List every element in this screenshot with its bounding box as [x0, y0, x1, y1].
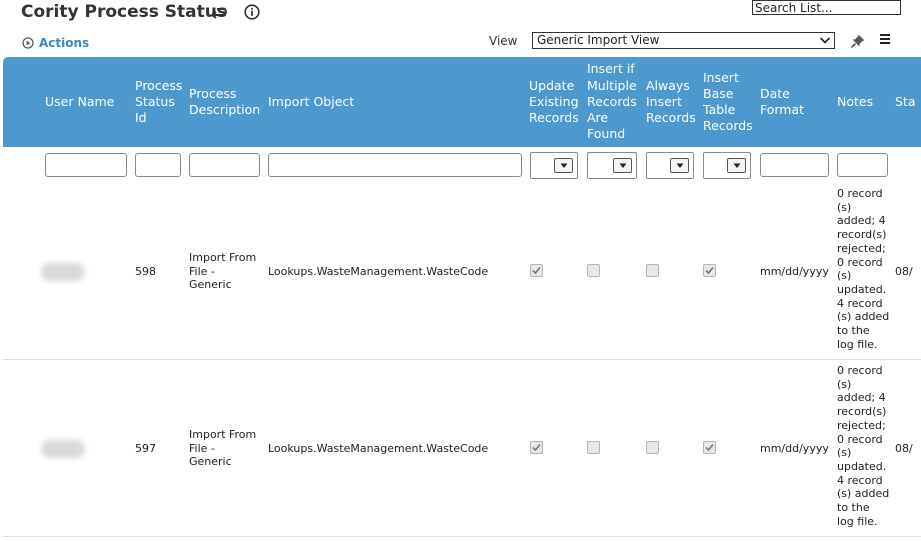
filter-dropdown-button[interactable] [670, 158, 689, 173]
filter-always-insert[interactable] [646, 152, 694, 179]
filter-update-existing[interactable] [530, 152, 578, 179]
filter-import-object[interactable] [268, 153, 522, 177]
column-header-insert-base-table-records[interactable]: Insert Base Table Records [703, 57, 753, 147]
status-id-cell: 598 [135, 265, 156, 278]
checkmark-icon [705, 443, 714, 452]
table-row[interactable]: 597 Import From File - Generic Lookups.W… [3, 360, 921, 537]
view-select-value: Generic Import View [537, 33, 660, 47]
data-grid: User Name Process Status Id Process Desc… [3, 57, 921, 542]
user-name-redacted [41, 440, 85, 458]
always-insert-checkbox[interactable] [646, 441, 659, 454]
column-header-always-insert-records[interactable]: Always Insert Records [646, 57, 696, 147]
actions-button[interactable]: Actions [22, 35, 89, 51]
date-format-cell: mm/dd/yyyy [760, 265, 829, 278]
filter-user-name[interactable] [45, 153, 127, 177]
checkmark-icon [532, 443, 541, 452]
info-icon[interactable] [244, 4, 260, 20]
chevron-down-icon [560, 163, 568, 168]
notes-cell: 0 record (s) added; 4 record(s) rejected… [837, 187, 890, 351]
notes-cell: 0 record (s) added; 4 record(s) rejected… [837, 364, 890, 528]
filter-insert-base-table[interactable] [703, 152, 751, 179]
column-header-process-description[interactable]: Process Description [189, 57, 260, 147]
date-format-cell: mm/dd/yyyy [760, 442, 829, 455]
chevron-down-icon [819, 37, 831, 44]
start-cell: 08/ [895, 442, 913, 455]
filter-dropdown-button[interactable] [613, 158, 632, 173]
column-header-update-existing-records[interactable]: Update Existing Records [529, 57, 579, 147]
column-header-notes[interactable]: Notes [837, 57, 873, 147]
update-existing-checkbox[interactable] [530, 441, 543, 454]
search-input[interactable] [752, 0, 901, 15]
description-cell: Import From File - Generic [189, 428, 257, 469]
user-name-redacted [41, 263, 85, 281]
insert-if-multiple-checkbox[interactable] [587, 441, 600, 454]
filter-process-description[interactable] [189, 153, 260, 177]
checkmark-icon [705, 266, 714, 275]
filter-dropdown-button[interactable] [727, 158, 746, 173]
column-header-process-status-id[interactable]: Process Status Id [135, 57, 182, 147]
actions-label: Actions [39, 36, 90, 50]
undo-icon[interactable] [210, 4, 228, 22]
column-header-user-name[interactable]: User Name [45, 57, 114, 147]
view-select[interactable]: Generic Import View [532, 32, 835, 49]
insert-if-multiple-checkbox[interactable] [587, 264, 600, 277]
filter-dropdown-button[interactable] [554, 158, 573, 173]
play-circle-icon [22, 37, 34, 49]
view-label: View [489, 34, 518, 48]
filter-process-status-id[interactable] [135, 153, 181, 177]
chevron-down-icon [676, 163, 684, 168]
import-object-cell: Lookups.WasteManagement.WasteCode [268, 265, 489, 278]
filter-notes[interactable] [837, 153, 888, 177]
pin-icon[interactable] [850, 33, 866, 49]
status-id-cell: 597 [135, 442, 156, 455]
menu-icon[interactable] [879, 32, 891, 46]
column-header-import-object[interactable]: Import Object [268, 57, 354, 147]
table-row[interactable]: 598 Import From File - Generic Lookups.W… [3, 183, 921, 360]
column-header-insert-if-multiple[interactable]: Insert if Multiple Records Are Found [587, 57, 637, 147]
insert-base-table-checkbox[interactable] [703, 264, 716, 277]
always-insert-checkbox[interactable] [646, 264, 659, 277]
filter-date-format[interactable] [760, 153, 829, 177]
page-title: Cority Process Status [21, 2, 227, 22]
chevron-down-icon [733, 163, 741, 168]
column-header-date-format[interactable]: Date Format [760, 57, 804, 147]
chevron-down-icon [619, 163, 627, 168]
import-object-cell: Lookups.WasteManagement.WasteCode [268, 442, 489, 455]
start-cell: 08/ [895, 265, 913, 278]
filter-insert-if-multiple[interactable] [587, 152, 637, 179]
update-existing-checkbox[interactable] [530, 264, 543, 277]
checkmark-icon [532, 266, 541, 275]
description-cell: Import From File - Generic [189, 251, 257, 292]
column-header-start[interactable]: Sta [895, 57, 916, 147]
grid-header: User Name Process Status Id Process Desc… [3, 57, 921, 147]
insert-base-table-checkbox[interactable] [703, 441, 716, 454]
